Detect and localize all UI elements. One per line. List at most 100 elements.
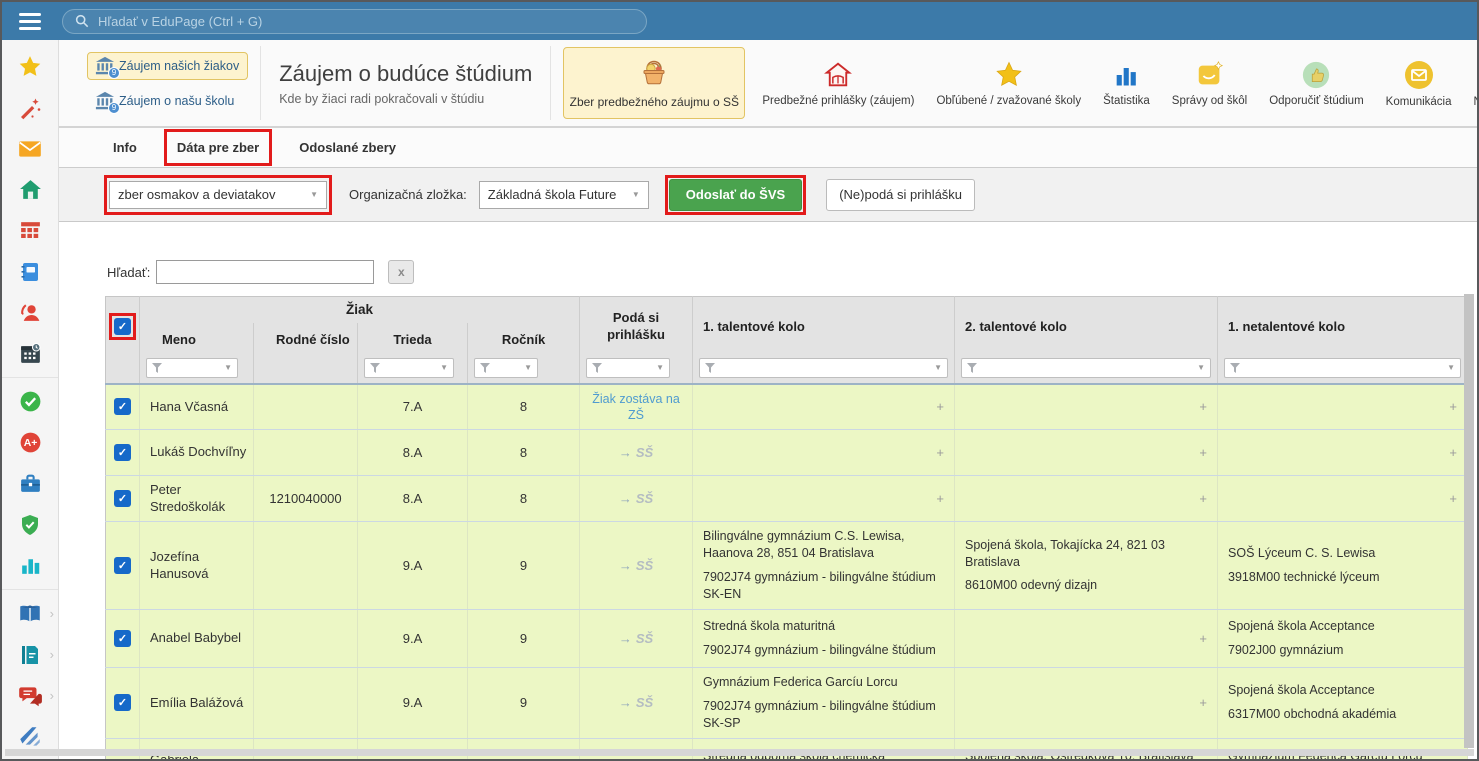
row-checkbox[interactable]: ✓ xyxy=(114,694,131,711)
toolbar-item-label: Odporučiť štúdium xyxy=(1269,95,1363,107)
vertical-scrollbar[interactable] xyxy=(1464,294,1474,748)
filter-meno[interactable]: ▼ xyxy=(146,358,238,378)
add-school-icon[interactable]: + xyxy=(1449,399,1457,414)
add-school-icon[interactable]: + xyxy=(1449,445,1457,460)
send-to-svs-button[interactable]: Odoslať do ŠVS xyxy=(669,179,802,211)
sidebar-item-grades-icon[interactable]: A+ xyxy=(2,422,58,463)
message-star-icon xyxy=(1194,60,1226,90)
study-program: 7902J00 gymnázium xyxy=(1228,642,1457,659)
row-checkbox[interactable]: ✓ xyxy=(114,557,131,574)
study-program: 7902J74 gymnázium - bilingválne štúdium … xyxy=(703,569,944,603)
k3-cell[interactable]: Spojená škola Acceptance7902J00 gymnáziu… xyxy=(1218,610,1468,668)
tab-label: Dáta pre zber xyxy=(177,140,259,155)
k1-cell[interactable]: Stredná škola maturitná7902J74 gymnázium… xyxy=(693,610,955,668)
sidebar-item-star-icon[interactable] xyxy=(2,46,58,87)
school-name: Gymnázium Federica Garcíu Lorcu xyxy=(703,674,944,691)
toolbar-item-zber-zaujmu[interactable]: Zber predbežného záujmu o SŠ xyxy=(563,47,745,119)
select-all-checkbox[interactable]: ✓ xyxy=(114,318,131,335)
sidebar-item-briefcase-icon[interactable] xyxy=(2,463,58,504)
sidebar-item-statistics-icon[interactable] xyxy=(2,545,58,586)
sidebar-item-attendance-check-icon[interactable] xyxy=(2,381,58,422)
add-school-icon[interactable]: + xyxy=(936,491,944,506)
tab-info[interactable]: Info xyxy=(111,128,139,167)
sidebar-item-documents-icon[interactable]: › xyxy=(2,634,58,675)
status-cell[interactable]: →SŠ xyxy=(580,430,693,476)
org-unit-select[interactable]: Základná škola Future ▼ xyxy=(479,181,649,209)
status-cell[interactable]: →SŠ xyxy=(580,476,693,522)
status-link[interactable]: Žiak zostáva na ZŠ xyxy=(580,391,692,424)
status-cell[interactable]: →SŠ xyxy=(580,522,693,610)
k2-cell[interactable]: Spojená škola, Tokajícka 24, 821 03 Brat… xyxy=(955,522,1218,610)
sidebar-item-magic-wand-icon[interactable] xyxy=(2,87,58,128)
add-school-icon[interactable]: + xyxy=(1449,491,1457,506)
add-school-icon[interactable]: + xyxy=(1199,445,1207,460)
k3-cell: + xyxy=(1218,384,1468,430)
chevron-down-icon: ▼ xyxy=(656,363,664,372)
arrow-right-icon: → xyxy=(619,695,632,710)
module-toolbar: 9 Záujem našich žiakov 9 Záujem o našu š… xyxy=(59,40,1477,128)
table-row: ✓ Lukáš Dochvíľny 8.A 8 →SŠ + + + xyxy=(106,430,1468,476)
toolbar-item-statistika[interactable]: Štatistika xyxy=(1098,60,1155,107)
row-checkbox[interactable]: ✓ xyxy=(114,630,131,647)
global-search-input[interactable]: Hľadať v EduPage (Ctrl + G) xyxy=(62,9,647,34)
toolbar-item-label: Správy od škôl xyxy=(1172,95,1247,107)
sidebar-item-shield-check-icon[interactable] xyxy=(2,504,58,545)
k3-cell[interactable]: Spojená škola Acceptance6317M00 obchodná… xyxy=(1218,668,1468,739)
toolbar-item-predbezne-prihlasky[interactable]: Predbežné prihlášky (záujem) xyxy=(757,60,919,107)
sidebar-item-messages-icon[interactable]: › xyxy=(2,675,58,716)
add-school-icon[interactable]: + xyxy=(1199,631,1207,646)
sidebar-item-notebook-icon[interactable] xyxy=(2,251,58,292)
row-checkbox[interactable]: ✓ xyxy=(114,398,131,415)
sidebar-item-home-icon[interactable] xyxy=(2,169,58,210)
k1-cell[interactable]: Gymnázium Federica Garcíu Lorcu7902J74 g… xyxy=(693,668,955,739)
add-school-icon[interactable]: + xyxy=(1199,695,1207,710)
add-school-icon[interactable]: + xyxy=(936,445,944,460)
class: 7.A xyxy=(358,384,468,430)
arrow-right-icon: → xyxy=(619,558,632,573)
funnel-icon xyxy=(480,363,490,373)
toolbar-item-oblubene-skoly[interactable]: Obľúbené / zvažované školy xyxy=(931,60,1086,107)
filter-empty-cell xyxy=(106,357,140,384)
birth-number: 1210040000 xyxy=(254,476,358,522)
filter-rocnik[interactable]: ▼ xyxy=(474,358,538,378)
add-school-icon[interactable]: + xyxy=(1199,399,1207,414)
collection-select[interactable]: zber osmakov a deviatakov ▼ xyxy=(109,181,327,209)
filter-k3[interactable]: ▼ xyxy=(1224,358,1461,378)
column-header-poda: Podá si prihlášku xyxy=(580,297,693,357)
nav-button-school-interest[interactable]: 9 Záujem o našu školu xyxy=(87,87,248,115)
toggle-application-button[interactable]: (Ne)podá si prihlášku xyxy=(826,179,975,211)
horizontal-scrollbar[interactable] xyxy=(5,749,1474,756)
filter-k1[interactable]: ▼ xyxy=(699,358,948,378)
sidebar-item-timetable-icon[interactable] xyxy=(2,210,58,251)
row-checkbox[interactable]: ✓ xyxy=(114,444,131,461)
table-search-input[interactable] xyxy=(156,260,374,284)
clear-search-icon[interactable]: x xyxy=(388,260,414,284)
sidebar-item-mail-icon[interactable] xyxy=(2,128,58,169)
filter-trieda[interactable]: ▼ xyxy=(364,358,454,378)
k1-cell: + xyxy=(693,384,955,430)
filter-poda[interactable]: ▼ xyxy=(586,358,670,378)
k1-cell[interactable]: Bilingválne gymnázium C.S. Lewisa, Haano… xyxy=(693,522,955,610)
toolbar-item-komunikacia[interactable]: Komunikácia xyxy=(1381,59,1457,108)
tab-odoslane-zbery[interactable]: Odoslané zbery xyxy=(297,128,398,167)
column-header-trieda: Trieda xyxy=(358,323,468,357)
sidebar-item-library-icon[interactable]: › xyxy=(2,593,58,634)
year: 8 xyxy=(468,384,580,430)
toolbar-item-spravy-od-skol[interactable]: Správy od škôl xyxy=(1167,60,1252,107)
add-school-icon[interactable]: + xyxy=(936,399,944,414)
filter-k2[interactable]: ▼ xyxy=(961,358,1211,378)
add-school-icon[interactable]: + xyxy=(1199,491,1207,506)
row-checkbox[interactable]: ✓ xyxy=(114,490,131,507)
tab-data-pre-zber[interactable]: Dáta pre zber xyxy=(175,128,261,167)
nav-button-students-interest[interactable]: 9 Záujem našich žiakov xyxy=(87,52,248,80)
sidebar-item-calendar-clock-icon[interactable] xyxy=(2,333,58,374)
sidebar-item-student-icon[interactable] xyxy=(2,292,58,333)
menu-icon[interactable] xyxy=(2,2,58,40)
toolbar-item-odporucit-studium[interactable]: Odporučiť štúdium xyxy=(1264,60,1368,107)
status-cell[interactable]: →SŠ xyxy=(580,610,693,668)
status-cell[interactable]: →SŠ xyxy=(580,668,693,739)
toolbar-item-nastavenia[interactable]: Nastavenia xyxy=(1469,59,1478,108)
svg-text:A+: A+ xyxy=(23,438,37,449)
k3-cell[interactable]: SOŠ Lýceum C. S. Lewisa3918M00 technické… xyxy=(1218,522,1468,610)
edupage-window: Hľadať v EduPage (Ctrl + G) A+ › › › xyxy=(0,0,1479,761)
